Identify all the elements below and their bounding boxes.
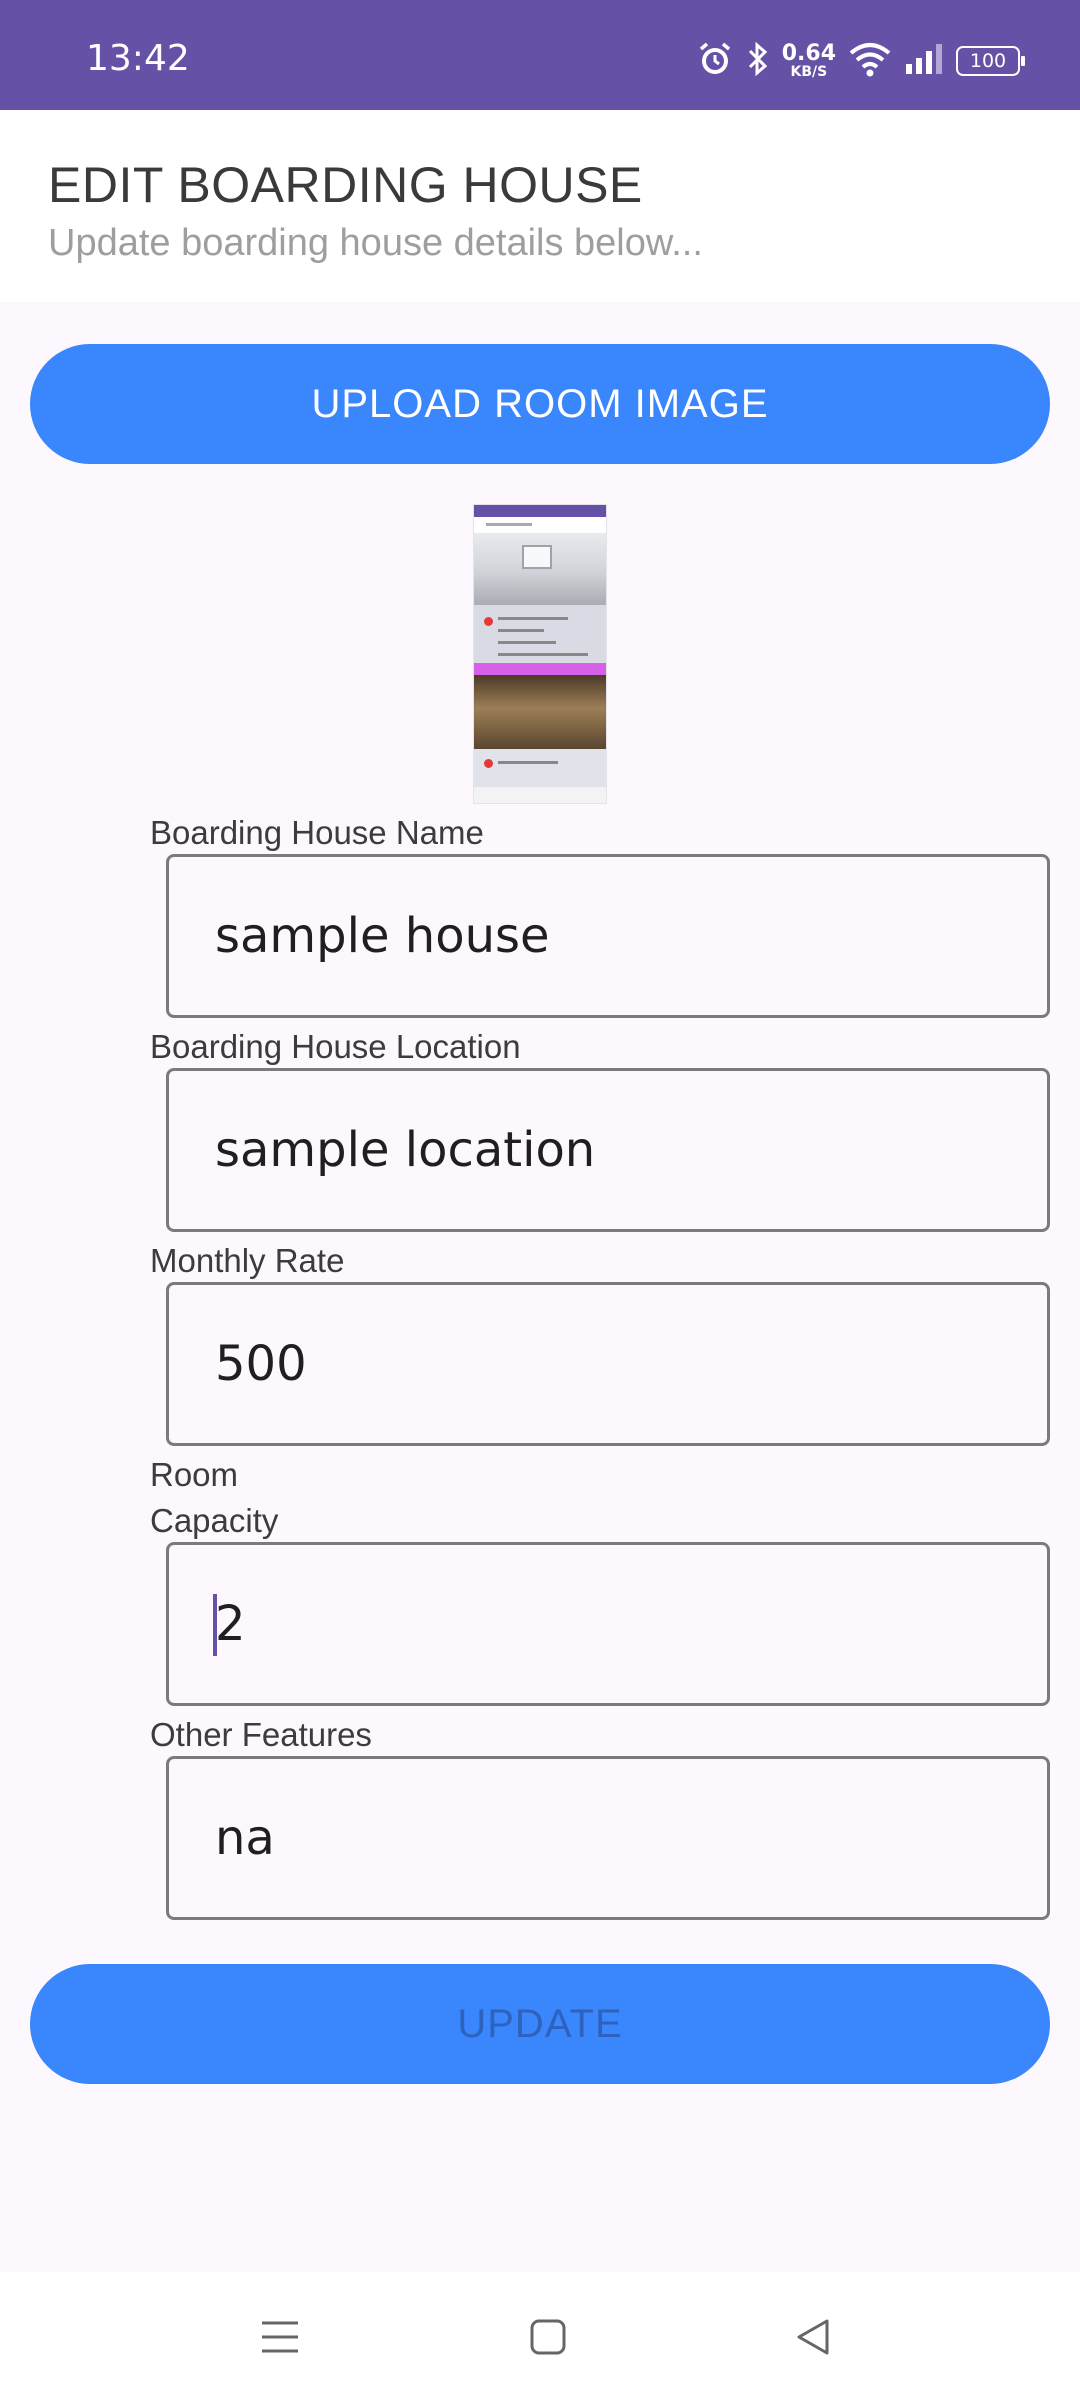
status-time: 13:42 xyxy=(86,38,190,79)
preview-listing-card xyxy=(474,749,606,787)
preview-listing-card xyxy=(474,605,606,663)
other-features-field[interactable] xyxy=(166,1756,1050,1920)
text-cursor xyxy=(213,1594,217,1656)
wifi-icon xyxy=(848,41,892,82)
room-capacity-field[interactable] xyxy=(166,1542,1050,1706)
preview-text-line xyxy=(498,653,588,656)
page-subtitle: Update boarding house details below... xyxy=(48,222,703,264)
room-capacity-label-line2: Capacity xyxy=(150,1502,279,1539)
preview-header xyxy=(474,517,606,533)
update-button[interactable]: UPDATE xyxy=(30,1964,1050,2084)
preview-button xyxy=(474,663,606,675)
page-title: EDIT BOARDING HOUSE xyxy=(48,157,643,213)
network-speed: 0.64 KB/S xyxy=(781,41,836,80)
back-icon[interactable] xyxy=(778,2302,848,2372)
navigation-bar xyxy=(0,2272,1080,2400)
other-features-label: Other Features xyxy=(150,1716,372,1753)
location-pin-icon xyxy=(484,759,493,768)
preview-room-photo xyxy=(474,675,606,749)
preview-room-photo xyxy=(474,533,606,605)
alarm-icon xyxy=(696,40,734,83)
status-bar: 13:42 0.64 KB/S 100 xyxy=(0,0,1080,110)
bluetooth-icon xyxy=(746,40,770,83)
status-icons: 0.64 KB/S 100 xyxy=(696,38,1025,84)
preview-text-line xyxy=(498,629,544,632)
preview-text-line xyxy=(498,641,556,644)
menu-icon[interactable] xyxy=(245,2302,315,2372)
home-icon[interactable] xyxy=(513,2302,583,2372)
signal-icon xyxy=(904,42,944,81)
room-image-preview[interactable] xyxy=(473,504,607,804)
monthly-rate-field[interactable] xyxy=(166,1282,1050,1446)
location-pin-icon xyxy=(484,617,493,626)
location-label: Boarding House Location xyxy=(150,1028,521,1065)
location-field[interactable] xyxy=(166,1068,1050,1232)
name-field[interactable] xyxy=(166,854,1050,1018)
preview-status-bar xyxy=(474,505,606,517)
name-label: Boarding House Name xyxy=(150,814,484,851)
preview-text-line xyxy=(498,617,568,620)
monthly-rate-label: Monthly Rate xyxy=(150,1242,345,1279)
page-header: EDIT BOARDING HOUSE Update boarding hous… xyxy=(0,110,1080,302)
room-capacity-label-line1: Room xyxy=(150,1456,239,1493)
preview-text-line xyxy=(498,761,558,764)
upload-room-image-button[interactable]: UPLOAD ROOM IMAGE xyxy=(30,344,1050,464)
battery-icon: 100 xyxy=(956,46,1025,76)
